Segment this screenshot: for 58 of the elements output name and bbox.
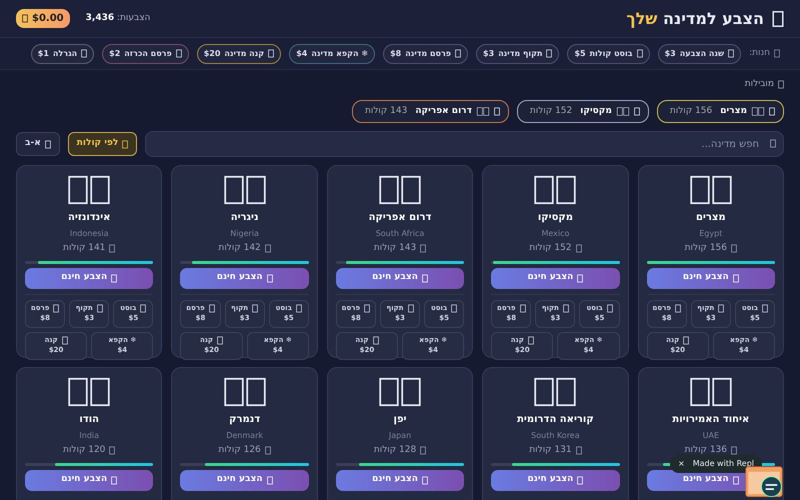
vote-button[interactable]: הצבע חינם [180,268,309,288]
leader-votes: 143 קולות [364,104,408,118]
country-english-name: Egypt [698,228,724,240]
country-name: הודו [78,413,100,427]
country-name: אינדונזיה [67,211,112,225]
vote-count: 152 קולות [529,242,572,255]
country-name: דנמרק [228,413,262,427]
close-icon[interactable]: × [678,458,685,470]
vote-count: 156 קולות [684,242,727,255]
page-title: הצבע למדינה שלך [626,8,764,30]
shop-label: חנות: [749,46,770,60]
country-english-name: Indonesia [68,228,110,240]
country-english-name: South Korea [530,430,581,442]
country-name: יפן [392,413,408,427]
vote-button[interactable]: הצבע חינם [25,470,154,490]
country-english-name: India [78,430,100,442]
vote-button[interactable]: הצבע חינם [25,268,154,288]
search-field[interactable]: חפש מדינה... [145,131,784,157]
country-english-name: Nigeria [229,228,260,240]
leader-chip[interactable]: דרום אפריקה 143 קולות [352,100,509,123]
vote-button[interactable]: הצבע חינם [180,470,309,490]
vote-count: 128 קולות [374,444,416,457]
vote-count: 141 קולות [63,242,106,255]
vote-button[interactable]: הצבע חינם [336,268,464,288]
vote-count: 120 קולות [63,444,106,457]
country-english-name: South Africa [374,228,426,240]
vote-count: 142 קולות [218,242,261,255]
country-name: מצרים [694,211,727,225]
country-name: דרום אפריקה [368,211,432,225]
leader-name: מצרים [720,104,747,118]
country-name: קוריאה הדרומית [516,413,595,427]
country-english-name: Mexico [540,228,570,240]
country-name: ניגריה [230,211,260,225]
made-with-toast[interactable]: × Made with Repl [670,455,762,473]
balance-button[interactable]: $0.00 [16,9,70,28]
leader-votes: 152 קולות [530,104,572,118]
sort-button[interactable]: א-ב [16,132,60,156]
sort-button[interactable]: לפי קולות [68,132,138,156]
badge-text: Made with Repl [692,458,754,470]
leader-chip[interactable]: מקסיקו 152 קולות [516,100,649,123]
country-english-name: UAE [702,430,720,442]
leaders-title: מובילות [744,78,774,91]
country-name: איחוד האמירויות [671,413,750,427]
vote-count: 131 קולות [529,444,572,457]
country-english-name: Denmark [225,430,264,442]
vote-count: 143 קולות [374,242,416,255]
leader-name: דרום אפריקה [415,104,472,118]
vote-button[interactable]: הצבע חינם [336,470,464,490]
vote-count: 126 קולות [218,444,261,457]
leader-chip[interactable]: מצרים 156 קולות [656,100,784,123]
leader-name: מקסיקו [580,104,612,118]
leader-votes: 156 קולות [670,104,712,118]
country-name: מקסיקו [536,211,574,225]
vote-button[interactable]: הצבע חינם [491,470,620,490]
country-english-name: Japan [388,430,412,442]
vote-button[interactable]: הצבע חינם [646,268,775,288]
vote-count: 136 קולות [684,444,727,457]
vote-button[interactable]: הצבע חינם [491,268,620,288]
